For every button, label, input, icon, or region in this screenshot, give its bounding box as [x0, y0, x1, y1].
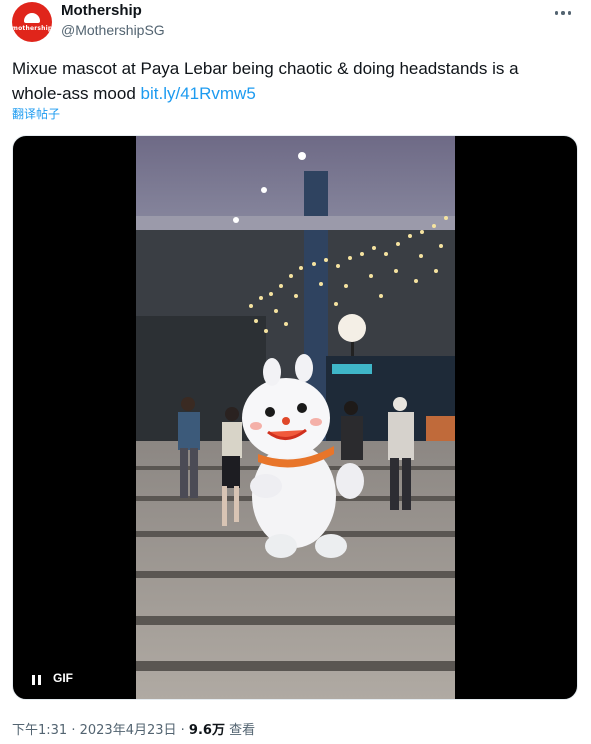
- tweet-meta: 下午1:31 · 2023年4月23日 · 9.6万 查看: [12, 719, 255, 738]
- tweet-body: Mixue mascot at Paya Lebar being chaotic…: [12, 59, 519, 103]
- meta-separator: ·: [176, 723, 189, 738]
- translate-post-link[interactable]: 翻译帖子: [12, 105, 60, 122]
- tweet-date[interactable]: 2023年4月23日: [80, 723, 177, 738]
- tweet-link[interactable]: bit.ly/41Rvmw5: [141, 84, 256, 103]
- mothership-logo-icon: [24, 12, 40, 23]
- pause-icon[interactable]: [31, 673, 43, 687]
- author-handle[interactable]: @MothershipSG: [61, 22, 165, 38]
- gif-badge: GIF: [53, 671, 73, 685]
- views-count: 9.6万: [188, 723, 225, 738]
- mascot-scene-image: [136, 136, 455, 699]
- more-options-icon[interactable]: [549, 4, 577, 22]
- views-label: 查看: [224, 723, 256, 738]
- tweet-text: Mixue mascot at Paya Lebar being chaotic…: [12, 56, 572, 106]
- tweet-time[interactable]: 下午1:31: [12, 723, 67, 738]
- meta-separator: ·: [67, 723, 80, 738]
- media-container[interactable]: GIF: [12, 135, 578, 700]
- avatar[interactable]: mothership: [12, 2, 52, 42]
- avatar-text: mothership: [12, 24, 52, 32]
- author-name[interactable]: Mothership: [61, 2, 142, 19]
- video-frame[interactable]: [136, 136, 455, 699]
